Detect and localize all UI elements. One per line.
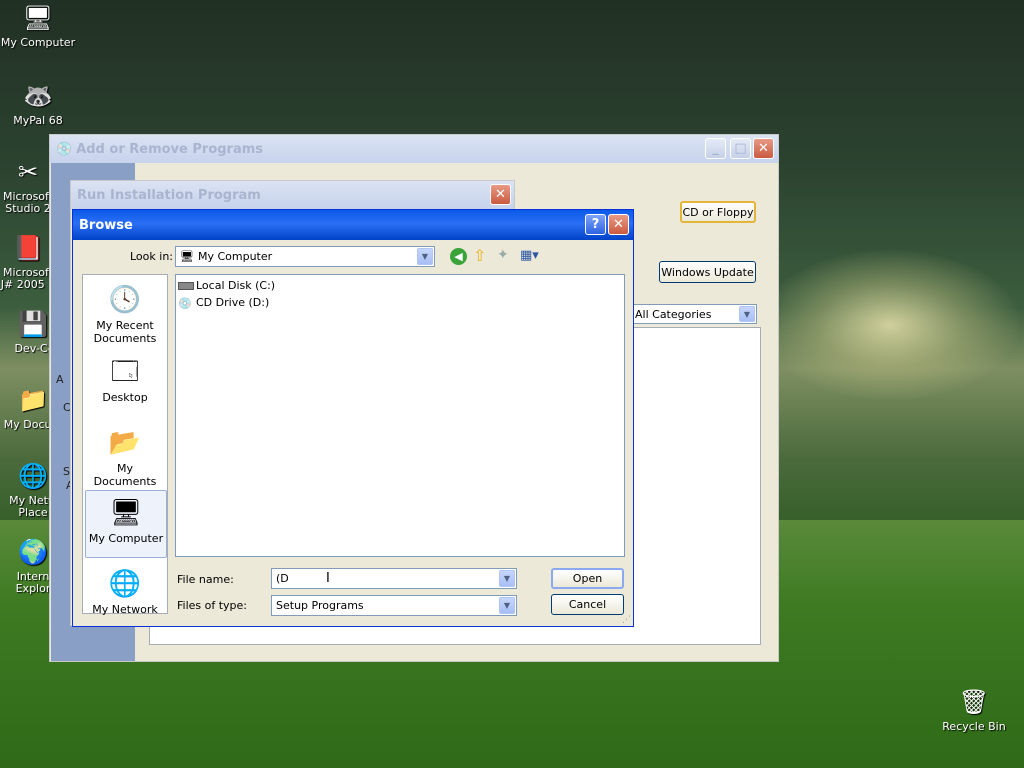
place-label: My Network (92, 603, 158, 616)
minimize-button[interactable]: _ (705, 138, 726, 159)
desktop-icon-label: Microsoft Studio 2 (2, 190, 54, 215)
desktop-icon-label: Microsoft J# 2005 E (0, 266, 55, 291)
maximize-button[interactable]: □ (730, 138, 751, 159)
network-icon: 🌐 (18, 462, 48, 490)
file-name-value: (D (276, 572, 289, 585)
sidebar-fragment: A (56, 373, 64, 386)
desktop-icon-my-computer[interactable]: 🖥 My Computer (0, 2, 76, 49)
file-name: CD Drive (D:) (196, 296, 270, 309)
place-recent-documents[interactable]: 🕓 My Recent Documents (84, 283, 166, 346)
studio-icon: ✂ (17, 158, 39, 186)
close-button[interactable]: ✕ (753, 138, 774, 159)
network-icon: 🌐 (108, 568, 142, 599)
cloud-light (760, 250, 1020, 400)
computer-icon: 🖥 (180, 250, 194, 263)
look-in-value: My Computer (197, 250, 273, 263)
up-folder-icon[interactable]: ⇧ (473, 246, 486, 265)
computer-icon: 🖥 (109, 497, 143, 528)
resize-grip-icon[interactable]: ⋰ (622, 615, 631, 625)
devc-icon: 💾 (18, 310, 48, 338)
window-titlebar: 💿 Add or Remove Programs (50, 135, 778, 163)
window-title: Run Installation Program (77, 187, 261, 203)
file-name-input[interactable]: (D I ▼ (271, 568, 517, 589)
view-menu-icon[interactable]: ▦▾ (520, 248, 539, 263)
place-my-network[interactable]: 🌐 My Network (84, 567, 166, 617)
file-name: Local Disk (C:) (196, 279, 276, 292)
computer-icon: 🖥 (22, 4, 54, 32)
browse-dialog: Browse ? ✕ Look in: 🖥 My Computer ▼ ◀ ⇧ ✦ … (72, 209, 634, 627)
dialog-titlebar: Browse (73, 210, 633, 240)
desktop-icon-label: Dev-C- (14, 342, 52, 355)
raccoon-icon: 🦝 (23, 82, 53, 110)
file-list[interactable]: Local Disk (C:) 💿 CD Drive (D:) (175, 274, 625, 557)
new-folder-icon[interactable]: ✦ (497, 247, 509, 263)
places-bar: 🕓 My Recent Documents 🗔 Desktop 📂 My Docume… (82, 274, 168, 617)
open-button[interactable]: Open (551, 568, 624, 589)
dialog-title: Browse (79, 217, 133, 233)
look-in-label: Look in: (130, 250, 173, 263)
back-icon[interactable]: ◀ (450, 248, 467, 265)
text-cursor-icon: I (326, 571, 330, 586)
place-label: Desktop (102, 391, 148, 404)
look-in-select[interactable]: 🖥 My Computer ▼ (175, 246, 435, 267)
place-desktop[interactable]: 🗔 Desktop (84, 355, 166, 405)
folder-icon: 📁 (18, 386, 48, 414)
internet-explorer-icon: 🌍 (18, 538, 48, 566)
desktop-icon-recycle-bin[interactable]: 🗑 Recycle Bin (936, 686, 1012, 733)
file-name-label: File name: (177, 573, 234, 586)
desktop-icon-label: My Computer (0, 36, 76, 49)
file-type-label: Files of type: (177, 599, 248, 612)
desktop-icon: 🗔 (110, 356, 140, 387)
app-icon: 💿 (56, 141, 73, 157)
close-button[interactable]: ✕ (490, 184, 511, 205)
desktop-icon-label: Intern Explor (15, 570, 51, 595)
windows-update-button[interactable]: Windows Update (659, 261, 756, 283)
help-button[interactable]: ? (585, 214, 606, 235)
close-button[interactable]: ✕ (608, 214, 629, 235)
window-title: Add or Remove Programs (76, 141, 264, 157)
file-type-value: Setup Programs (276, 599, 364, 612)
chevron-down-icon: ▼ (739, 306, 755, 322)
cancel-button[interactable]: Cancel (551, 594, 624, 615)
chevron-down-icon: ▼ (499, 597, 515, 614)
category-select[interactable]: All Categories ▼ (630, 304, 757, 324)
list-item[interactable]: Local Disk (C:) (178, 279, 275, 292)
place-my-documents[interactable]: 📂 My Documents (84, 426, 166, 489)
list-item[interactable]: 💿 CD Drive (D:) (178, 296, 270, 310)
hdd-icon (178, 281, 194, 290)
clock-icon: 🕓 (108, 284, 142, 315)
place-label: My Documents (93, 462, 157, 488)
place-my-computer[interactable]: 🖥 My Computer (85, 490, 167, 558)
desktop-icon-label: MyPal 68 (13, 114, 63, 127)
desktop-icon-mypal[interactable]: 🦝 MyPal 68 (0, 80, 76, 127)
window-titlebar: Run Installation Program (71, 181, 514, 209)
chevron-down-icon: ▼ (417, 248, 433, 265)
folder-icon: 📂 (108, 427, 142, 458)
file-type-select[interactable]: Setup Programs ▼ (271, 595, 517, 616)
cd-floppy-button[interactable]: CD or Floppy (680, 201, 756, 223)
place-label: My Recent Documents (93, 319, 157, 345)
sidebar-fragment: S (63, 465, 70, 478)
desktop-icon-label: Recycle Bin (942, 720, 1006, 733)
recycle-bin-icon: 🗑 (958, 688, 990, 716)
cd-drive-icon: 💿 (178, 296, 192, 310)
chevron-down-icon: ▼ (499, 570, 515, 587)
place-label: My Computer (88, 532, 164, 545)
category-value: All Categories (635, 307, 712, 321)
jsharp-icon: 📕 (13, 234, 43, 262)
